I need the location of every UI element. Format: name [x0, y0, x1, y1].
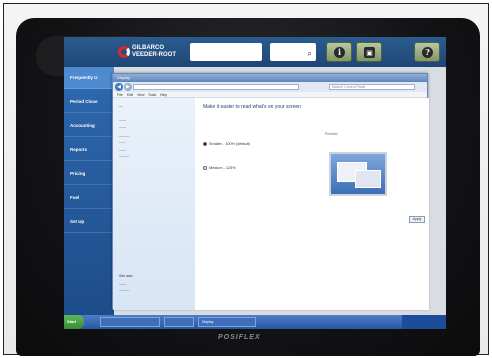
task-pane-link[interactable]: ——: [119, 148, 126, 153]
help-button[interactable]: ?: [414, 42, 440, 62]
taskbar: Start Display: [64, 315, 446, 329]
task-pane-link[interactable]: ——: [119, 140, 126, 145]
sidebar-item-period-close[interactable]: Period Close: [64, 91, 114, 113]
search-control-panel-input[interactable]: Search Control Panel: [329, 84, 415, 90]
radio-icon[interactable]: [203, 166, 207, 170]
posiflex-brand: POSIFLEX: [218, 334, 261, 341]
preview-label: Preview: [325, 132, 338, 136]
forward-icon[interactable]: ▶: [124, 83, 132, 91]
header-search-field[interactable]: ⌕: [270, 43, 316, 61]
task-pane-link[interactable]: ——: [119, 118, 126, 123]
header-field-left[interactable]: [190, 43, 262, 61]
radio-selected-icon[interactable]: [203, 142, 207, 146]
back-icon[interactable]: ◀: [115, 83, 123, 91]
option-label: Medium - 125%: [209, 166, 236, 170]
task-pane-link[interactable]: ———: [119, 134, 130, 139]
sidebar: Frequently U Period Close Accounting Rep…: [64, 67, 114, 315]
pos-screen: GILBARCO VEEDER-ROOT ⌕ i ▣ ? Frequently …: [64, 37, 446, 329]
sidebar-item-fuel[interactable]: Fuel: [64, 187, 114, 209]
preview-image: [329, 152, 387, 196]
option-smaller[interactable]: Smaller - 100% (default): [203, 142, 250, 146]
start-button[interactable]: Start: [64, 315, 84, 329]
info-icon: i: [334, 47, 345, 58]
lock-button[interactable]: ▣: [356, 42, 382, 62]
taskbar-item-display[interactable]: Display: [198, 317, 256, 327]
display-dialog: Display ◀ ▶ Search Control Panel File Ed…: [112, 73, 429, 310]
dialog-nav-bar: ◀ ▶ Search Control Panel: [113, 82, 427, 92]
task-pane-link[interactable]: —: [119, 104, 123, 109]
photo-frame: GILBARCO VEEDER-ROOT ⌕ i ▣ ? Frequently …: [3, 3, 489, 356]
lock-icon: ▣: [364, 47, 375, 58]
dialog-title: Display: [113, 74, 427, 82]
logo-line1: GILBARCO: [132, 45, 164, 51]
logo-line2: VEEDER-ROOT: [132, 52, 177, 58]
gilbarco-logo: GILBARCO VEEDER-ROOT: [118, 45, 184, 61]
taskbar-item[interactable]: [100, 317, 160, 327]
preview-window: [355, 170, 381, 188]
search-icon: ⌕: [307, 49, 312, 58]
sidebar-item-set-up[interactable]: Set Up: [64, 211, 114, 233]
info-button[interactable]: i: [326, 42, 352, 62]
sidebar-item-pricing[interactable]: Pricing: [64, 163, 114, 185]
sidebar-item-frequently-used[interactable]: Frequently U: [64, 67, 114, 89]
logo-text: GILBARCO VEEDER-ROOT: [132, 45, 176, 59]
see-also-link[interactable]: ———: [119, 288, 130, 293]
task-pane-link[interactable]: ———: [119, 154, 130, 159]
pos-header: GILBARCO VEEDER-ROOT ⌕ i ▣ ?: [64, 37, 446, 67]
apply-button[interactable]: Apply: [409, 216, 425, 223]
sidebar-item-accounting[interactable]: Accounting: [64, 115, 114, 137]
sidebar-item-reports[interactable]: Reports: [64, 139, 114, 161]
main-heading: Make it easier to read what's on your sc…: [203, 104, 301, 110]
dialog-task-pane: — —— —— ——— —— —— ——— See also —— ———: [113, 98, 195, 310]
see-also-link[interactable]: ——: [119, 282, 126, 287]
taskbar-item[interactable]: [164, 317, 194, 327]
dialog-main-pane: Make it easier to read what's on your sc…: [195, 98, 429, 310]
system-tray: [402, 315, 446, 329]
address-bar[interactable]: [133, 84, 299, 90]
task-pane-link[interactable]: ——: [119, 125, 126, 130]
help-icon: ?: [422, 47, 433, 58]
logo-icon: [118, 46, 130, 58]
see-also-title: See also: [119, 274, 133, 278]
option-label: Smaller - 100% (default): [209, 142, 250, 146]
option-medium[interactable]: Medium - 125%: [203, 166, 236, 170]
